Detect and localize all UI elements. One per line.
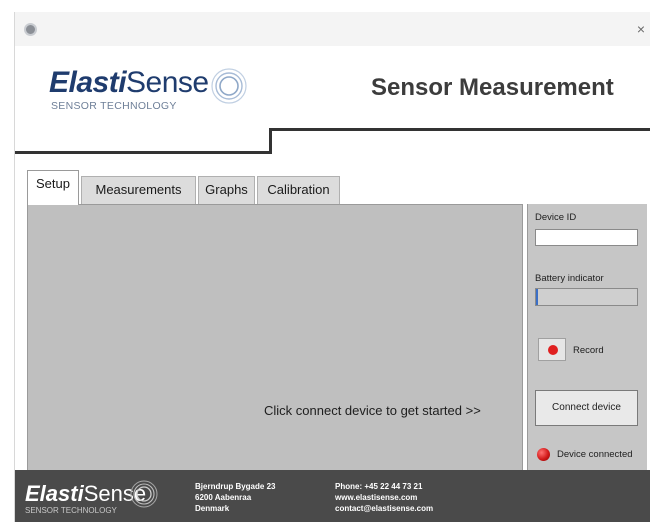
- app-icon: [24, 23, 37, 36]
- logo-tagline: SENSOR TECHNOLOGY: [51, 100, 177, 112]
- footer-logo-bold-text: Elasti: [25, 481, 84, 506]
- email-link[interactable]: contact@elastisense.com: [335, 503, 433, 514]
- device-id-field[interactable]: [535, 229, 638, 246]
- logo-thin-text: Sense: [126, 66, 209, 99]
- close-icon[interactable]: ×: [633, 20, 649, 38]
- device-status-label: Device connected: [557, 449, 633, 460]
- footer-logo-tagline: SENSOR TECHNOLOGY: [25, 506, 117, 515]
- page-title: Sensor Measurement: [371, 74, 614, 101]
- record-label: Record: [573, 345, 604, 356]
- website-link[interactable]: www.elastisense.com: [335, 492, 433, 503]
- connect-hint: Click connect device to get started >>: [264, 403, 481, 418]
- device-id-label: Device ID: [535, 212, 577, 223]
- title-bar: ×: [15, 12, 650, 46]
- footer: ElastiSense SENSOR TECHNOLOGY Bjerndrup …: [15, 470, 650, 522]
- logo-rings-icon: [211, 68, 247, 104]
- record-icon: [548, 345, 558, 355]
- header-divider: [15, 151, 272, 154]
- tab-graphs[interactable]: Graphs: [198, 176, 255, 204]
- address-line: Bjerndrup Bygade 23: [195, 482, 276, 491]
- tab-setup[interactable]: Setup: [27, 170, 79, 205]
- footer-address: Bjerndrup Bygade 23 6200 Aabenraa Denmar…: [195, 481, 275, 514]
- elastisense-logo: ElastiSense SENSOR TECHNOLOGY: [49, 66, 259, 122]
- footer-contact: Phone: +45 22 44 73 21 www.elastisense.c…: [335, 481, 433, 514]
- header-divider: [269, 128, 650, 131]
- logo-wordmark: ElastiSense: [49, 66, 209, 100]
- logo-bold-text: Elasti: [49, 66, 127, 99]
- device-panel: Device ID Battery indicator Record Conne…: [527, 204, 647, 472]
- connect-device-button[interactable]: Connect device: [535, 390, 638, 426]
- battery-level-fill: [536, 289, 539, 305]
- app-window: × ElastiSense SENSOR TECHNOLOGY Sensor M…: [14, 12, 650, 522]
- logo-rings-icon: [130, 480, 158, 508]
- tab-measurements[interactable]: Measurements: [81, 176, 196, 204]
- record-button[interactable]: [538, 338, 566, 361]
- address-line: Denmark: [195, 504, 230, 513]
- setup-panel: Click connect device to get started >>: [27, 204, 523, 472]
- footer-logo-wordmark: ElastiSense: [25, 481, 146, 507]
- tab-calibration[interactable]: Calibration: [257, 176, 340, 204]
- address-line: 6200 Aabenraa: [195, 493, 252, 502]
- phone-text: Phone: +45 22 44 73 21: [335, 482, 423, 491]
- status-led-icon: [537, 448, 550, 461]
- battery-label: Battery indicator: [535, 273, 604, 284]
- battery-indicator: [535, 288, 638, 306]
